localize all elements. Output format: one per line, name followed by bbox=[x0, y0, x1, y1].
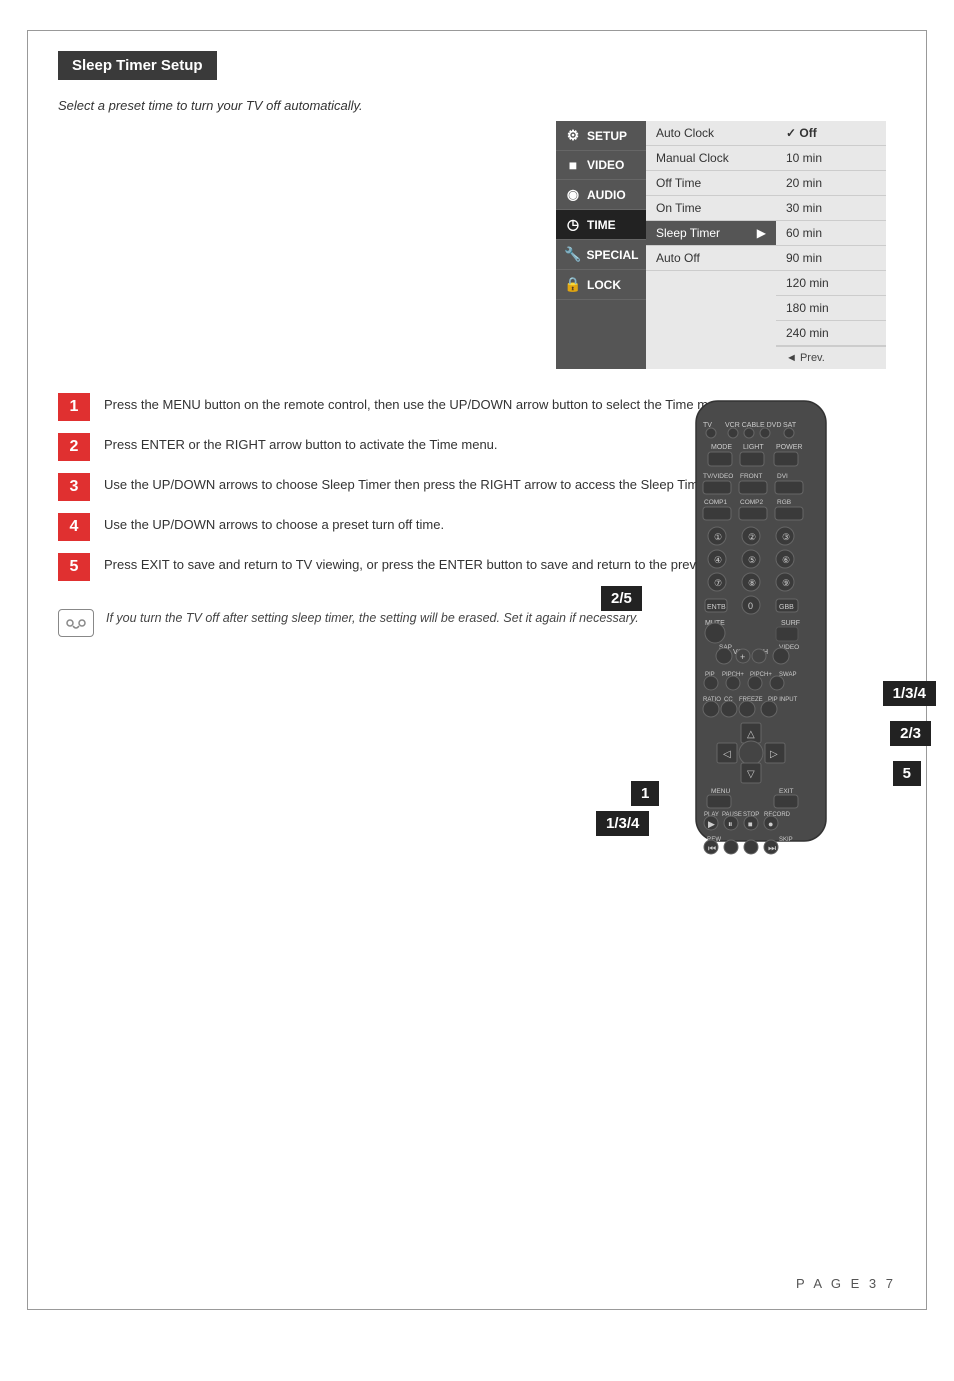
option-30min[interactable]: 30 min bbox=[776, 196, 886, 221]
svg-text:EXIT: EXIT bbox=[779, 788, 793, 795]
option-60min[interactable]: 60 min bbox=[776, 221, 886, 246]
lock-label: LOCK bbox=[587, 278, 621, 292]
svg-text:MODE: MODE bbox=[711, 444, 732, 451]
lock-icon: 🔒 bbox=[564, 276, 582, 293]
label-134-top: 1/3/4 bbox=[883, 681, 936, 706]
step-text-1: Press the MENU button on the remote cont… bbox=[104, 393, 733, 415]
page-title: Sleep Timer Setup bbox=[58, 51, 217, 80]
option-20min[interactable]: 20 min bbox=[776, 171, 886, 196]
svg-text:③: ③ bbox=[782, 532, 790, 542]
setup-icon: ⚙ bbox=[564, 127, 582, 144]
audio-icon: ◉ bbox=[564, 186, 582, 203]
svg-text:⑦: ⑦ bbox=[714, 578, 722, 588]
svg-text:△: △ bbox=[747, 729, 755, 740]
svg-text:+: + bbox=[740, 652, 745, 662]
menu-item-video[interactable]: ■ VIDEO bbox=[556, 151, 646, 180]
svg-text:⏮: ⏮ bbox=[708, 843, 716, 853]
svg-text:⑧: ⑧ bbox=[748, 578, 756, 588]
svg-text:⑤: ⑤ bbox=[748, 555, 756, 565]
svg-text:②: ② bbox=[748, 532, 756, 542]
svg-text:GBB: GBB bbox=[779, 604, 794, 611]
menu-middle-column: Auto Clock Manual Clock Off Time On Time… bbox=[646, 121, 776, 369]
menu-sleep-timer[interactable]: Sleep Timer ▶ bbox=[646, 221, 776, 246]
svg-text:⏸: ⏸ bbox=[728, 819, 733, 829]
step-text-4: Use the UP/DOWN arrows to choose a prese… bbox=[104, 513, 444, 535]
step-number-4: 4 bbox=[58, 513, 90, 541]
step-text-2: Press ENTER or the RIGHT arrow button to… bbox=[104, 433, 498, 455]
menu-auto-clock[interactable]: Auto Clock bbox=[646, 121, 776, 146]
option-off[interactable]: Off bbox=[776, 121, 886, 146]
step-number-3: 3 bbox=[58, 473, 90, 501]
option-240min[interactable]: 240 min bbox=[776, 321, 886, 346]
option-90min[interactable]: 90 min bbox=[776, 246, 886, 271]
page-container: Sleep Timer Setup Select a preset time t… bbox=[27, 30, 927, 1310]
svg-text:DVI: DVI bbox=[777, 473, 788, 480]
time-label: TIME bbox=[587, 218, 616, 232]
step-number-2: 2 bbox=[58, 433, 90, 461]
menu-item-time[interactable]: ◷ TIME bbox=[556, 210, 646, 240]
menu-item-lock[interactable]: 🔒 LOCK bbox=[556, 270, 646, 300]
label-1: 1 bbox=[631, 781, 659, 806]
svg-text:④: ④ bbox=[714, 555, 722, 565]
svg-text:RGB: RGB bbox=[777, 499, 791, 506]
special-icon: 🔧 bbox=[564, 246, 581, 263]
svg-text:ENTB: ENTB bbox=[707, 604, 726, 611]
remote-svg: TV VCR CABLE DVD SAT MODE LIGHT POWER TV… bbox=[661, 391, 871, 871]
option-10min[interactable]: 10 min bbox=[776, 146, 886, 171]
svg-text:⏹: ⏹ bbox=[748, 819, 753, 829]
svg-text:POWER: POWER bbox=[776, 444, 802, 451]
note-icon bbox=[58, 609, 94, 637]
option-120min[interactable]: 120 min bbox=[776, 271, 886, 296]
svg-text:TV/VIDEO: TV/VIDEO bbox=[703, 473, 733, 480]
page-number: P A G E 3 7 bbox=[796, 1276, 896, 1291]
svg-text:FRONT: FRONT bbox=[740, 473, 762, 480]
menu-on-time[interactable]: On Time bbox=[646, 196, 776, 221]
svg-text:●: ● bbox=[768, 819, 773, 829]
svg-text:⑥: ⑥ bbox=[782, 555, 790, 565]
description: Select a preset time to turn your TV off… bbox=[58, 98, 896, 113]
svg-text:0: 0 bbox=[748, 601, 753, 611]
svg-text:▶: ▶ bbox=[708, 819, 715, 829]
special-label: SPECIAL bbox=[586, 248, 638, 262]
note-text: If you turn the TV off after setting sle… bbox=[106, 609, 639, 628]
option-180min[interactable]: 180 min bbox=[776, 296, 886, 321]
svg-text:⑨: ⑨ bbox=[782, 578, 790, 588]
svg-text:COMP2: COMP2 bbox=[740, 499, 764, 506]
menu-item-audio[interactable]: ◉ AUDIO bbox=[556, 180, 646, 210]
remote-container: TV VCR CABLE DVD SAT MODE LIGHT POWER TV… bbox=[661, 391, 871, 874]
menu-item-setup[interactable]: ⚙ SETUP bbox=[556, 121, 646, 151]
svg-text:▽: ▽ bbox=[747, 769, 755, 780]
svg-text:⏭: ⏭ bbox=[768, 843, 776, 853]
menu-area: ⚙ SETUP ■ VIDEO ◉ AUDIO ◷ TIME 🔧 SPECIAL… bbox=[556, 121, 886, 369]
svg-text:LIGHT: LIGHT bbox=[743, 444, 764, 451]
svg-text:SURF: SURF bbox=[781, 620, 800, 627]
menu-auto-off[interactable]: Auto Off bbox=[646, 246, 776, 271]
svg-text:COMP1: COMP1 bbox=[704, 499, 728, 506]
step-text-3: Use the UP/DOWN arrows to choose Sleep T… bbox=[104, 473, 750, 495]
step-number-1: 1 bbox=[58, 393, 90, 421]
svg-text:MENU: MENU bbox=[711, 788, 730, 795]
svg-text:▷: ▷ bbox=[770, 749, 778, 760]
audio-label: AUDIO bbox=[587, 188, 626, 202]
video-label: VIDEO bbox=[587, 158, 624, 172]
video-icon: ■ bbox=[564, 157, 582, 173]
menu-prev[interactable]: ◄ Prev. bbox=[776, 346, 886, 369]
setup-label: SETUP bbox=[587, 129, 627, 143]
label-134-bottom: 1/3/4 bbox=[596, 811, 649, 836]
label-23: 2/3 bbox=[890, 721, 931, 746]
menu-manual-clock[interactable]: Manual Clock bbox=[646, 146, 776, 171]
svg-text:◁: ◁ bbox=[723, 749, 731, 760]
label-5: 5 bbox=[893, 761, 921, 786]
menu-left-column: ⚙ SETUP ■ VIDEO ◉ AUDIO ◷ TIME 🔧 SPECIAL… bbox=[556, 121, 646, 369]
svg-text:①: ① bbox=[714, 532, 722, 542]
menu-right-column: Off 10 min 20 min 30 min 60 min 90 min 1… bbox=[776, 121, 886, 369]
menu-item-special[interactable]: 🔧 SPECIAL bbox=[556, 240, 646, 270]
time-icon: ◷ bbox=[564, 216, 582, 233]
label-25: 2/5 bbox=[601, 586, 642, 611]
svg-text:SKIP: SKIP bbox=[779, 837, 793, 843]
step-number-5: 5 bbox=[58, 553, 90, 581]
menu-off-time[interactable]: Off Time bbox=[646, 171, 776, 196]
